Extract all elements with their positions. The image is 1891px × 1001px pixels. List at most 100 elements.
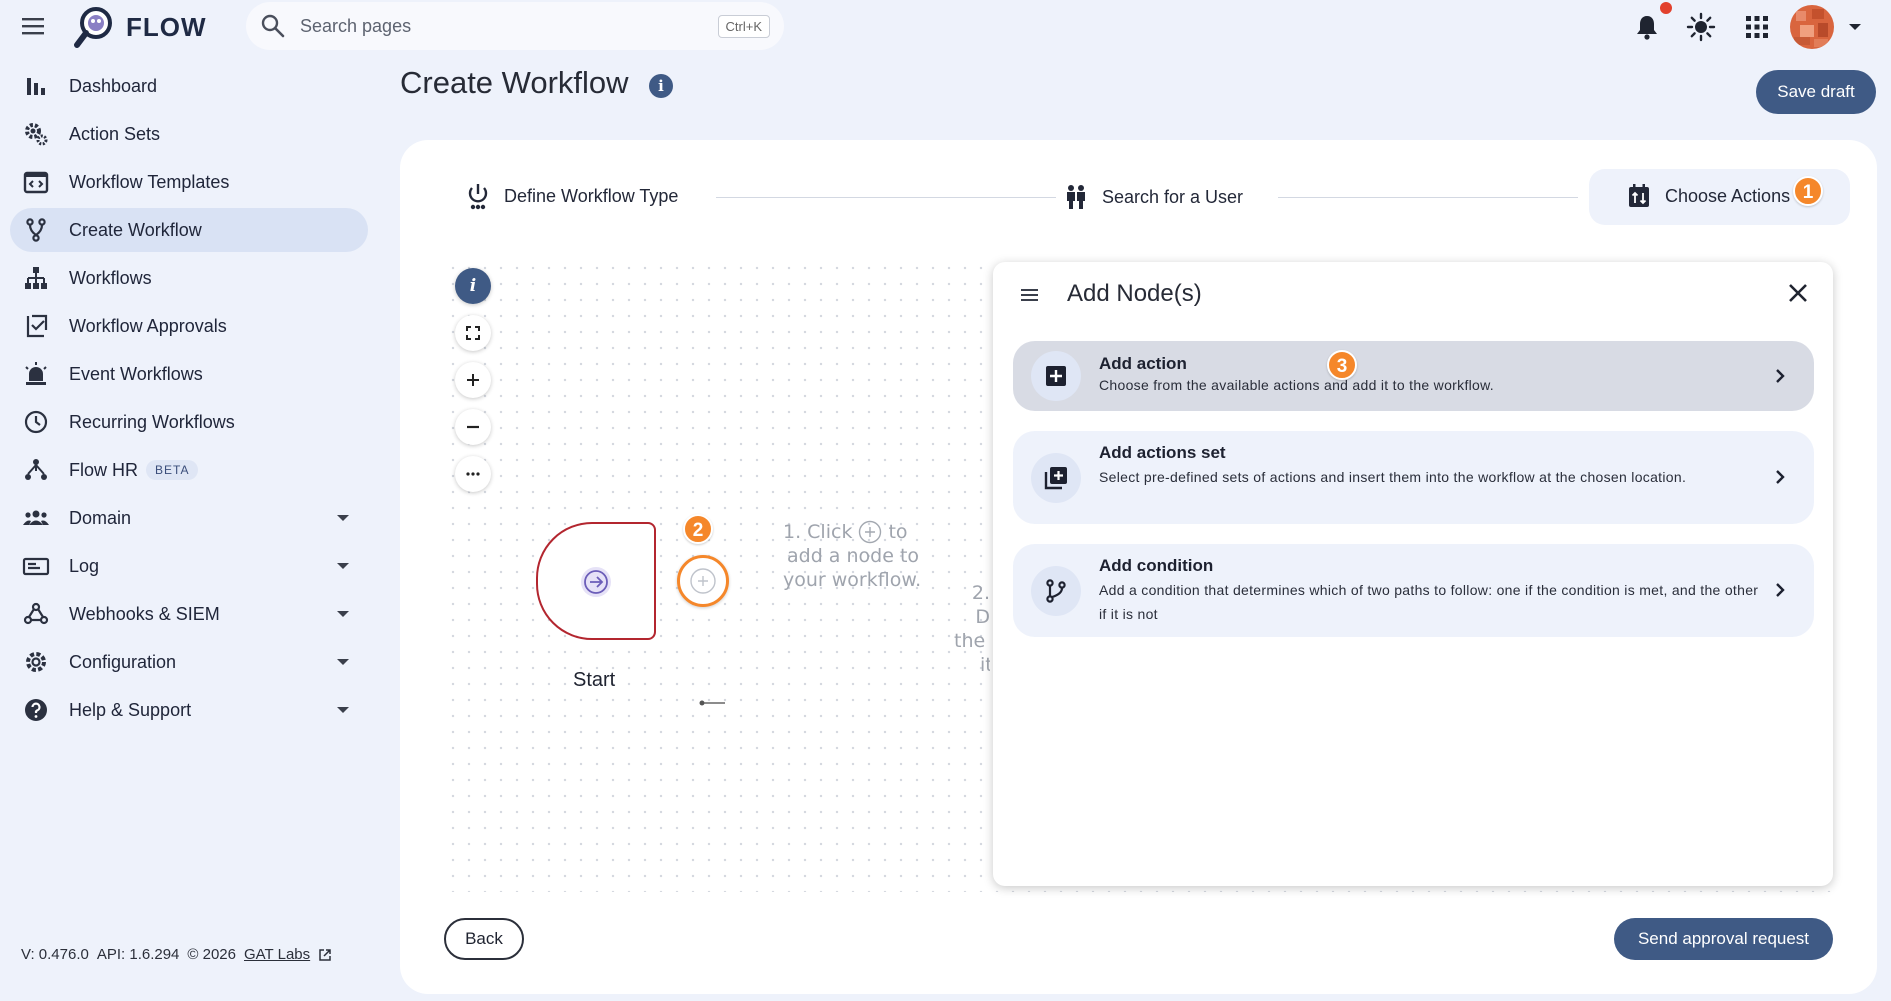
webhook-icon xyxy=(22,600,50,628)
step-define-workflow-type[interactable]: Define Workflow Type xyxy=(466,182,678,210)
hint-text: it xyxy=(980,654,990,676)
step-choose-actions-content: Choose Actions xyxy=(1627,183,1790,209)
chevron-right-icon xyxy=(1774,469,1786,485)
top-bar: FLOW Ctrl+K xyxy=(0,0,1891,54)
zoom-in-button[interactable] xyxy=(455,362,491,398)
power-icon xyxy=(466,182,490,210)
expand-caret-icon[interactable] xyxy=(336,561,350,571)
add-circle-icon xyxy=(689,567,717,595)
expand-caret-icon[interactable] xyxy=(336,513,350,523)
app-name: FLOW xyxy=(126,11,207,42)
api-version-text: API: 1.6.294 xyxy=(96,946,180,963)
sidebar-item-webhooks-siem[interactable]: Webhooks & SIEM xyxy=(10,592,368,636)
search-bar[interactable]: Ctrl+K xyxy=(246,2,784,50)
sidebar-item-create-workflow[interactable]: Create Workflow xyxy=(10,208,368,252)
sidebar-item-recurring-workflows[interactable]: Recurring Workflows xyxy=(10,400,368,444)
canvas-hint-1: 1. Click to add a node to your workflow. xyxy=(783,520,933,592)
help-circle-icon xyxy=(22,696,50,724)
brightness-icon[interactable] xyxy=(1686,12,1716,42)
step-label: Choose Actions xyxy=(1665,185,1791,206)
save-draft-button[interactable]: Save draft xyxy=(1756,70,1876,114)
more-options-button[interactable] xyxy=(455,456,491,492)
version-text: V: 0.476.0 xyxy=(21,946,89,963)
external-link-icon[interactable] xyxy=(318,948,332,962)
tutorial-badge-3: 3 xyxy=(1327,350,1357,380)
alarm-light-icon xyxy=(22,360,50,388)
minus-icon xyxy=(466,420,480,434)
canvas-info-button[interactable]: i xyxy=(455,268,491,304)
org-chart-icon xyxy=(22,264,50,292)
canvas-hint-2: 2. D the it xyxy=(954,581,990,677)
sidebar-item-flow-hr[interactable]: Flow HR BETA xyxy=(10,448,368,492)
page-title: Create Workflow xyxy=(400,65,629,100)
sidebar-item-log[interactable]: Log xyxy=(10,544,368,588)
sidebar-item-action-sets[interactable]: Action Sets xyxy=(10,112,368,156)
app-footer: V: 0.476.0 API: 1.6.294 © 2026 GAT Labs xyxy=(21,946,332,963)
arrow-right-icon xyxy=(581,567,611,597)
fork-icon xyxy=(22,216,50,244)
add-box-icon xyxy=(1031,351,1081,401)
avatar[interactable] xyxy=(1790,5,1834,49)
settings-icon xyxy=(22,648,50,676)
chevron-right-icon xyxy=(1774,368,1786,384)
more-horizontal-icon xyxy=(466,471,480,477)
panel-title: Add Node(s) xyxy=(1067,280,1202,307)
option-title: Add action xyxy=(1099,354,1187,373)
checklist-icon xyxy=(22,312,50,340)
bar-chart-icon xyxy=(22,72,50,100)
fit-view-button[interactable] xyxy=(455,315,491,351)
search-input[interactable] xyxy=(300,15,718,37)
branch-icon xyxy=(1031,566,1081,616)
sidebar-item-event-workflows[interactable]: Event Workflows xyxy=(10,352,368,396)
zoom-out-button[interactable] xyxy=(455,409,491,445)
add-condition-option[interactable]: Add condition Add a condition that deter… xyxy=(1013,544,1814,637)
tutorial-badge-1: 1 xyxy=(1793,176,1823,206)
app-logo[interactable]: FLOW xyxy=(72,4,207,50)
library-add-icon xyxy=(1031,453,1081,503)
tutorial-badge-2: 2 xyxy=(683,514,713,544)
edge-connector xyxy=(699,700,725,706)
close-icon[interactable] xyxy=(1787,282,1809,304)
account-caret-icon[interactable] xyxy=(1847,20,1863,34)
swap-calendar-icon xyxy=(1627,183,1651,209)
notification-dot xyxy=(1660,2,1672,14)
add-action-option[interactable]: Add action Choose from the available act… xyxy=(1013,341,1814,411)
company-link[interactable]: GAT Labs xyxy=(244,946,310,963)
option-description: Select pre-defined sets of actions and i… xyxy=(1099,469,1687,485)
sidebar-item-workflow-templates[interactable]: Workflow Templates xyxy=(10,160,368,204)
people-icon xyxy=(1064,184,1088,210)
menu-icon[interactable] xyxy=(20,14,48,38)
option-description: Add a condition that determines which of… xyxy=(1099,582,1759,622)
step-label: Define Workflow Type xyxy=(504,185,679,206)
sidebar-item-dashboard[interactable]: Dashboard xyxy=(10,64,368,108)
hint-text: to xyxy=(888,521,908,543)
add-node-button[interactable] xyxy=(677,555,729,607)
step-connector xyxy=(716,197,1056,198)
fullscreen-icon xyxy=(466,326,480,340)
step-search-for-user[interactable]: Search for a User xyxy=(1064,184,1243,210)
info-icon[interactable]: i xyxy=(649,74,673,98)
option-title: Add condition xyxy=(1099,556,1214,575)
back-button[interactable]: Back xyxy=(444,918,524,960)
sidebar-item-workflows[interactable]: Workflows xyxy=(10,256,368,300)
start-node[interactable] xyxy=(536,522,656,640)
sidebar-item-configuration[interactable]: Configuration xyxy=(10,640,368,684)
hint-text: add a node to xyxy=(787,545,920,567)
step-connector xyxy=(1278,197,1578,198)
gear-pair-icon xyxy=(22,120,50,148)
send-approval-request-button[interactable]: Send approval request xyxy=(1614,918,1833,960)
option-title: Add actions set xyxy=(1099,443,1226,462)
bell-icon[interactable] xyxy=(1632,12,1662,42)
add-actions-set-option[interactable]: Add actions set Select pre-defined sets … xyxy=(1013,431,1814,524)
apps-grid-icon[interactable] xyxy=(1742,12,1772,42)
step-label: Search for a User xyxy=(1102,186,1244,207)
menu-icon[interactable] xyxy=(1019,286,1041,304)
sidebar-item-domain[interactable]: Domain xyxy=(10,496,368,540)
hint-text: the xyxy=(954,630,986,652)
sidebar-item-workflow-approvals[interactable]: Workflow Approvals xyxy=(10,304,368,348)
expand-caret-icon[interactable] xyxy=(336,609,350,619)
sidebar-item-help-support[interactable]: Help & Support xyxy=(10,688,368,732)
hint-text: 1. Click xyxy=(783,521,853,543)
expand-caret-icon[interactable] xyxy=(336,705,350,715)
expand-caret-icon[interactable] xyxy=(336,657,350,667)
